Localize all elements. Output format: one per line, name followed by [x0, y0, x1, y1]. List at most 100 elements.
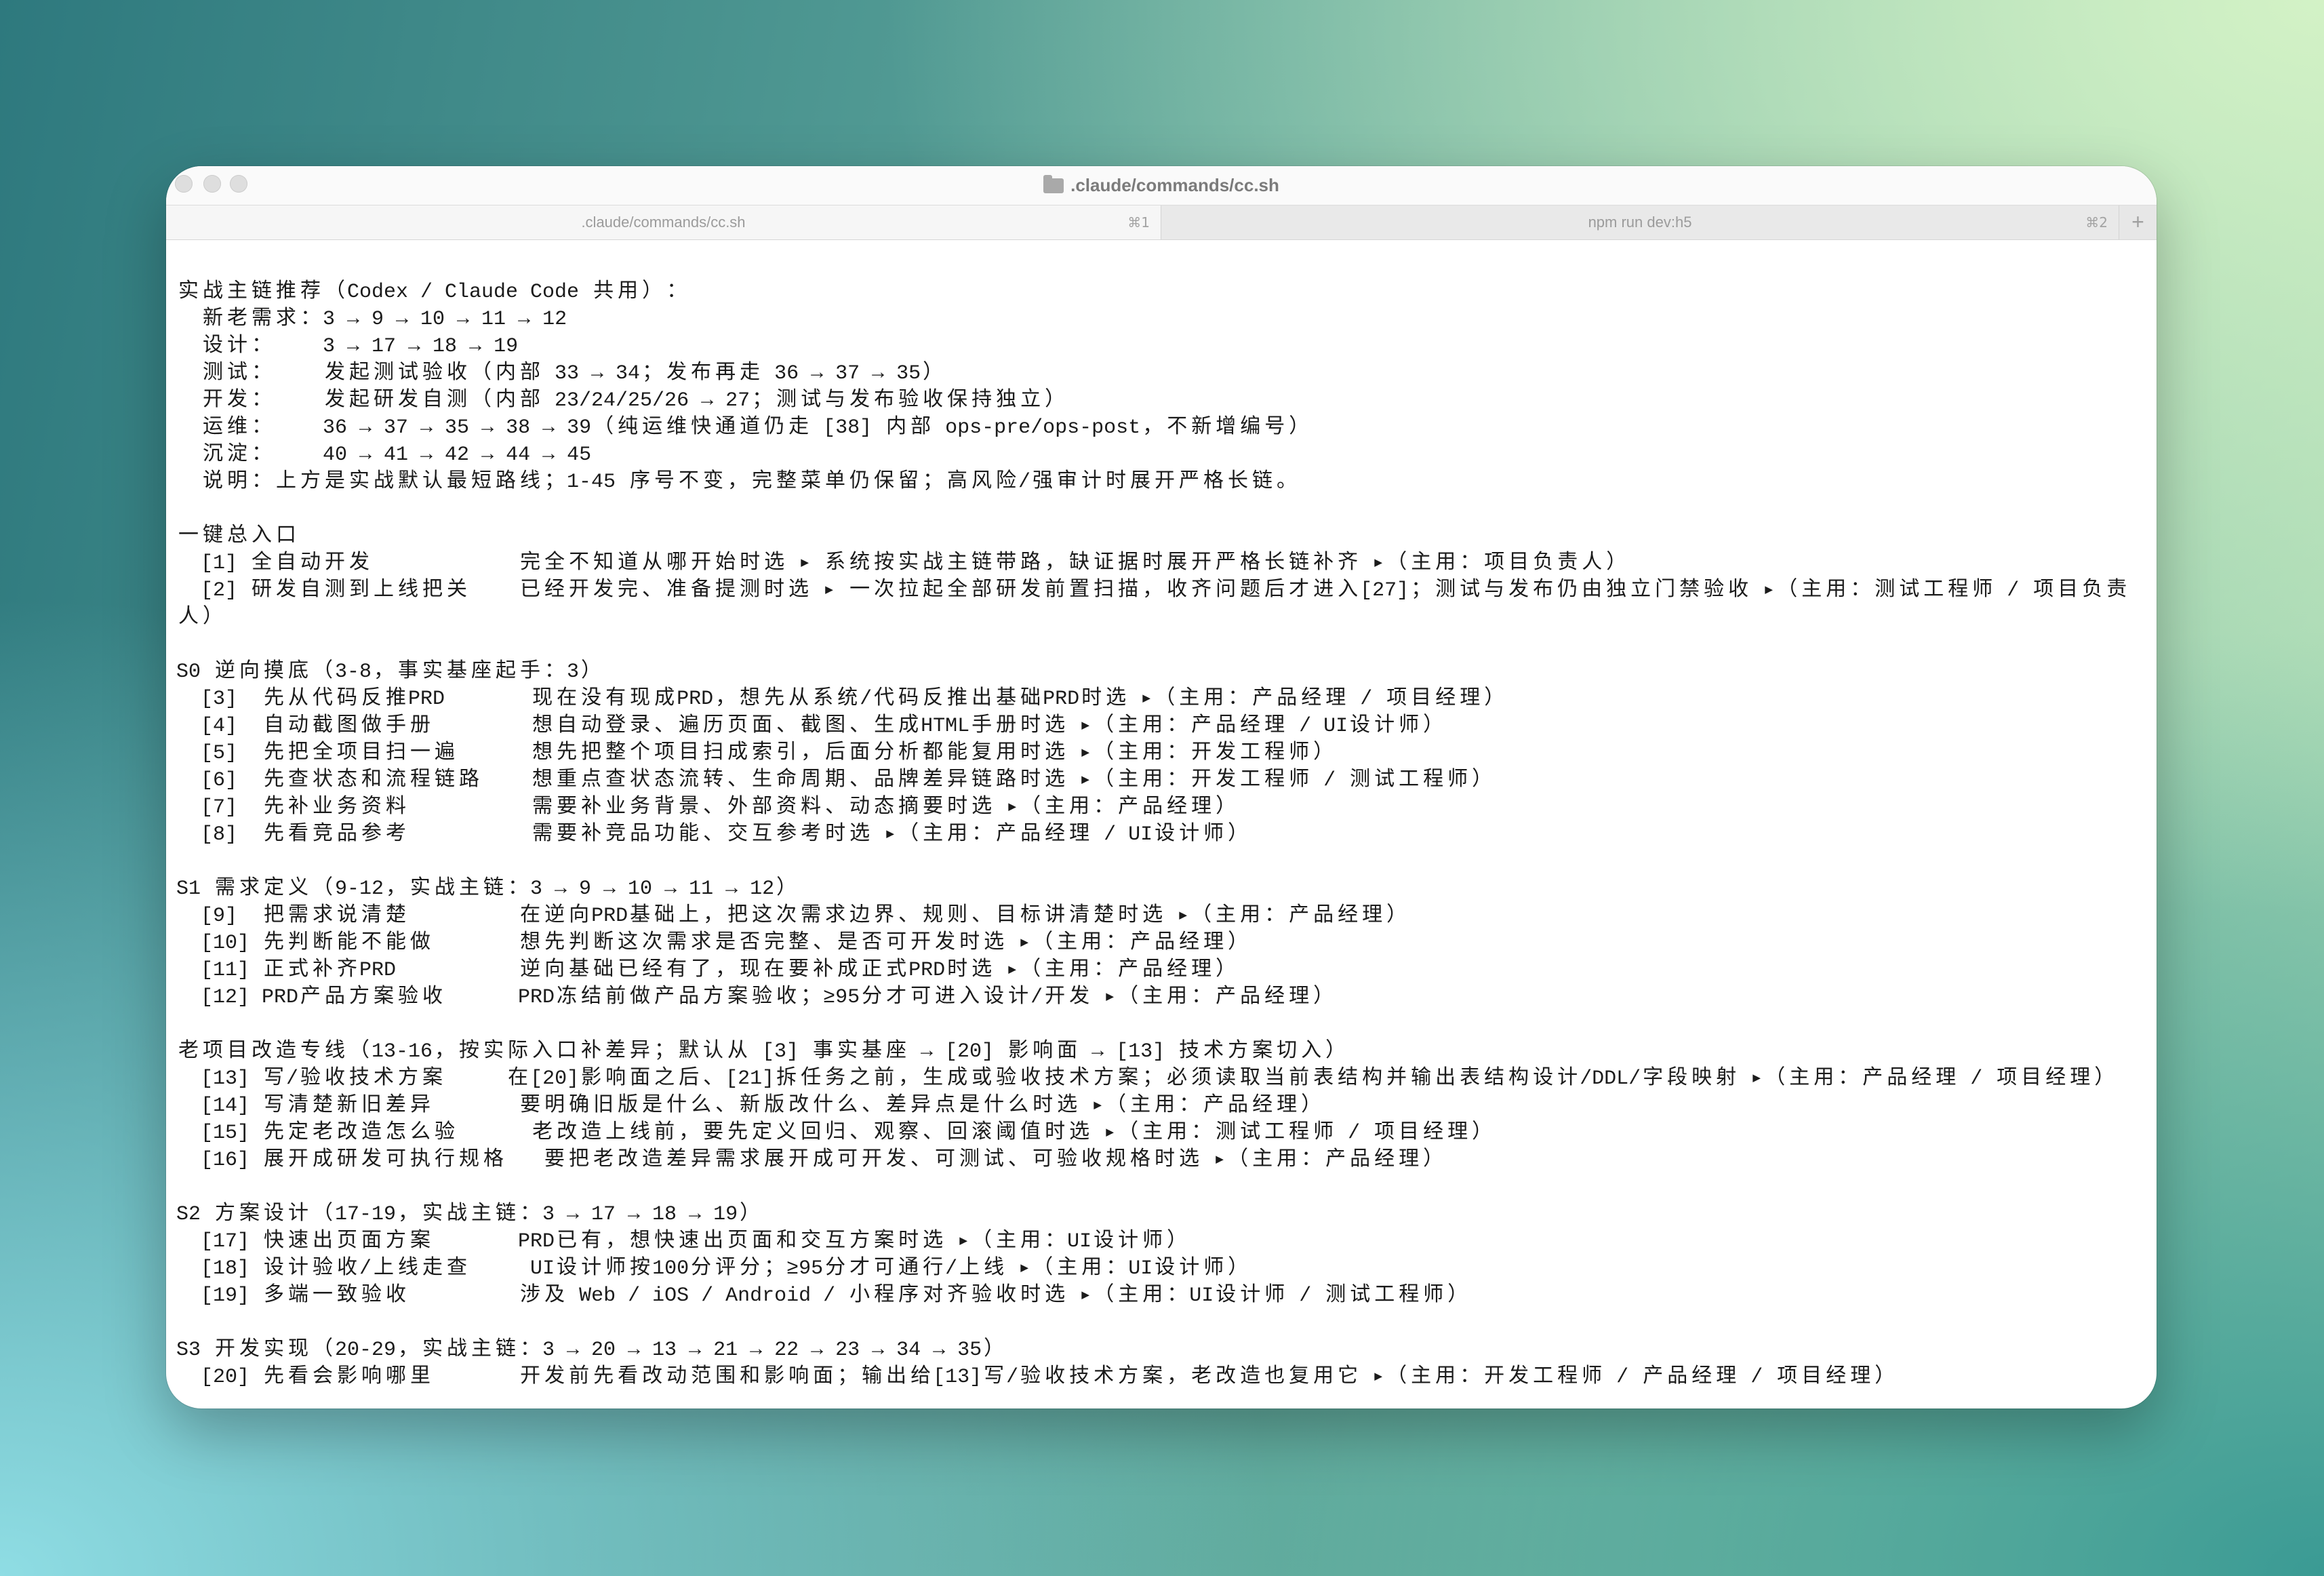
terminal-glyph: 分 — [825, 1257, 846, 1280]
terminal-glyph: ， — [1142, 416, 1163, 439]
terminal-glyph: 规 — [459, 1149, 480, 1172]
terminal-glyph: 整 — [605, 742, 626, 765]
terminal-output[interactable]: 实战主链推荐（Codex / Claude Code 共用）： 新老需求： 3 →… — [176, 279, 2157, 1408]
terminal-glyph: 案 — [422, 1067, 443, 1090]
terminal-glyph: 项 — [2033, 579, 2054, 602]
terminal-glyph: 时 — [740, 552, 761, 575]
terminal-glyph: ， — [386, 878, 407, 901]
terminal-glyph: 说 — [203, 471, 224, 494]
terminal-glyph: 方 — [386, 1230, 407, 1253]
terminal-glyph: 用 — [1167, 986, 1188, 1009]
terminal-glyph: （ — [313, 1339, 334, 1362]
terminal-glyph: 才 — [849, 1257, 870, 1280]
terminal-glyph: 行 — [923, 1257, 944, 1280]
terminal-glyph: 验 — [752, 986, 773, 1009]
terminal-glyph: 产 — [1118, 796, 1139, 819]
terminal-glyph: 增 — [1216, 416, 1237, 439]
terminal-glyph: 产 — [1203, 1095, 1224, 1118]
terminal-glyph: 考 — [386, 823, 407, 846]
terminal-glyph: 置 — [1069, 579, 1090, 602]
terminal-glyph: 时 — [1118, 905, 1139, 928]
terminal-glyph: 验 — [1704, 579, 1725, 602]
terminal-glyph: 开 — [569, 579, 590, 602]
terminal-glyph: 切 — [1277, 1040, 1298, 1063]
terminal-glyph: 时 — [947, 959, 968, 982]
terminal-glyph: 面 — [1057, 1040, 1078, 1063]
terminal-glyph: 补 — [581, 823, 602, 846]
terminal-glyph: 楚 — [386, 905, 407, 928]
terminal-glyph: 起 — [349, 362, 370, 385]
terminal-glyph: 界 — [874, 905, 895, 928]
terminal-glyph: 道 — [618, 552, 639, 575]
terminal-glyph: 时 — [1020, 769, 1041, 792]
terminal-glyph: 完 — [764, 932, 785, 955]
terminal-glyph: ） — [1447, 1284, 1468, 1307]
terminal-glyph: 、 — [849, 1122, 870, 1145]
terminal-glyph: 则 — [947, 905, 968, 928]
terminal-glyph: 师 — [1972, 579, 1993, 602]
terminal-glyph: 理 — [1362, 905, 1383, 928]
terminal-glyph: 发 — [1216, 742, 1237, 765]
terminal-glyph: 前 — [1289, 1067, 1310, 1090]
terminal-glyph: 态 — [654, 769, 675, 792]
terminal-glyph: 开 — [203, 389, 224, 412]
tab-npm-run-dev[interactable]: npm run dev:h5 ⌘2 — [1161, 205, 2119, 239]
terminal-glyph: 不 — [361, 932, 382, 955]
terminal-glyph: 计 — [1081, 471, 1102, 494]
terminal-line: 实战主链推荐（Codex / Claude Code 共用）： — [176, 279, 2157, 306]
terminal-glyph: 评 — [715, 1257, 736, 1280]
terminal-glyph: 工 — [1533, 1366, 1554, 1389]
terminal-glyph: 经 — [1167, 796, 1188, 819]
terminal-glyph: 时 — [1020, 1284, 1041, 1307]
terminal-glyph: 时 — [1106, 471, 1127, 494]
tab-cc-sh[interactable]: .claude/commands/cc.sh ⌘1 — [166, 205, 1161, 239]
terminal-glyph: 严 — [1179, 471, 1200, 494]
new-tab-button[interactable]: + — [2119, 205, 2157, 239]
terminal-glyph: 段 — [1667, 1067, 1688, 1090]
terminal-glyph: 通 — [898, 1257, 919, 1280]
terminal-glyph: 标 — [1020, 905, 1041, 928]
terminal-glyph: 手 — [520, 661, 541, 684]
terminal-glyph: 实 — [483, 1040, 504, 1063]
terminal-glyph: （ — [898, 823, 919, 846]
terminal-glyph: 主 — [1142, 1122, 1163, 1145]
terminal-glyph: 品 — [1277, 688, 1298, 711]
terminal-glyph: 实 — [422, 1203, 443, 1226]
terminal-glyph: 部 — [971, 579, 993, 602]
terminal-glyph: 知 — [593, 552, 614, 575]
terminal-glyph: 产 — [1325, 1149, 1346, 1172]
terminal-glyph: 选 — [1045, 1284, 1066, 1307]
terminal-glyph: 基 — [630, 905, 651, 928]
terminal-glyph: 新 — [1191, 416, 1212, 439]
terminal-glyph: 改 — [252, 1040, 272, 1063]
terminal-glyph: 补 — [581, 796, 602, 819]
terminal-glyph: 目 — [1801, 1366, 1822, 1389]
terminal-glyph: 到 — [349, 579, 370, 602]
terminal-glyph: 程 — [1423, 769, 1444, 792]
terminal-glyph: 链 — [496, 1203, 517, 1226]
terminal-glyph: 用 — [1240, 905, 1261, 928]
terminal-glyph: 差 — [605, 1040, 626, 1063]
terminal-glyph: 都 — [923, 742, 944, 765]
terminal-glyph: 描 — [1118, 579, 1139, 602]
terminal-glyph: 险 — [996, 471, 1017, 494]
terminal-glyph: 时 — [1033, 1095, 1054, 1118]
terminal-glyph: 产 — [654, 986, 675, 1009]
terminal-glyph: ） — [1228, 932, 1249, 955]
terminal-glyph: ） — [1313, 986, 1334, 1009]
terminal-glyph: ： — [1460, 1366, 1481, 1389]
terminal-glyph: 能 — [679, 823, 700, 846]
terminal-glyph: 计 — [581, 1257, 602, 1280]
terminal-glyph: 战 — [435, 878, 456, 901]
terminal-glyph: ， — [1045, 552, 1066, 575]
terminal-glyph: ） — [1325, 1040, 1346, 1063]
terminal-glyph: 师 — [1423, 1284, 1444, 1307]
terminal-glyph: 统 — [849, 552, 870, 575]
terminal-glyph: 开 — [1191, 769, 1212, 792]
terminal-glyph: 仍 — [1557, 579, 1578, 602]
terminal-glyph: 案 — [239, 1203, 260, 1226]
terminal-glyph: （ — [971, 1230, 993, 1253]
terminal-glyph: 判 — [569, 932, 590, 955]
terminal-line: S2 方案设计（17-19，实战主链： 3 → 17 → 18 → 19） — [176, 1201, 2157, 1228]
